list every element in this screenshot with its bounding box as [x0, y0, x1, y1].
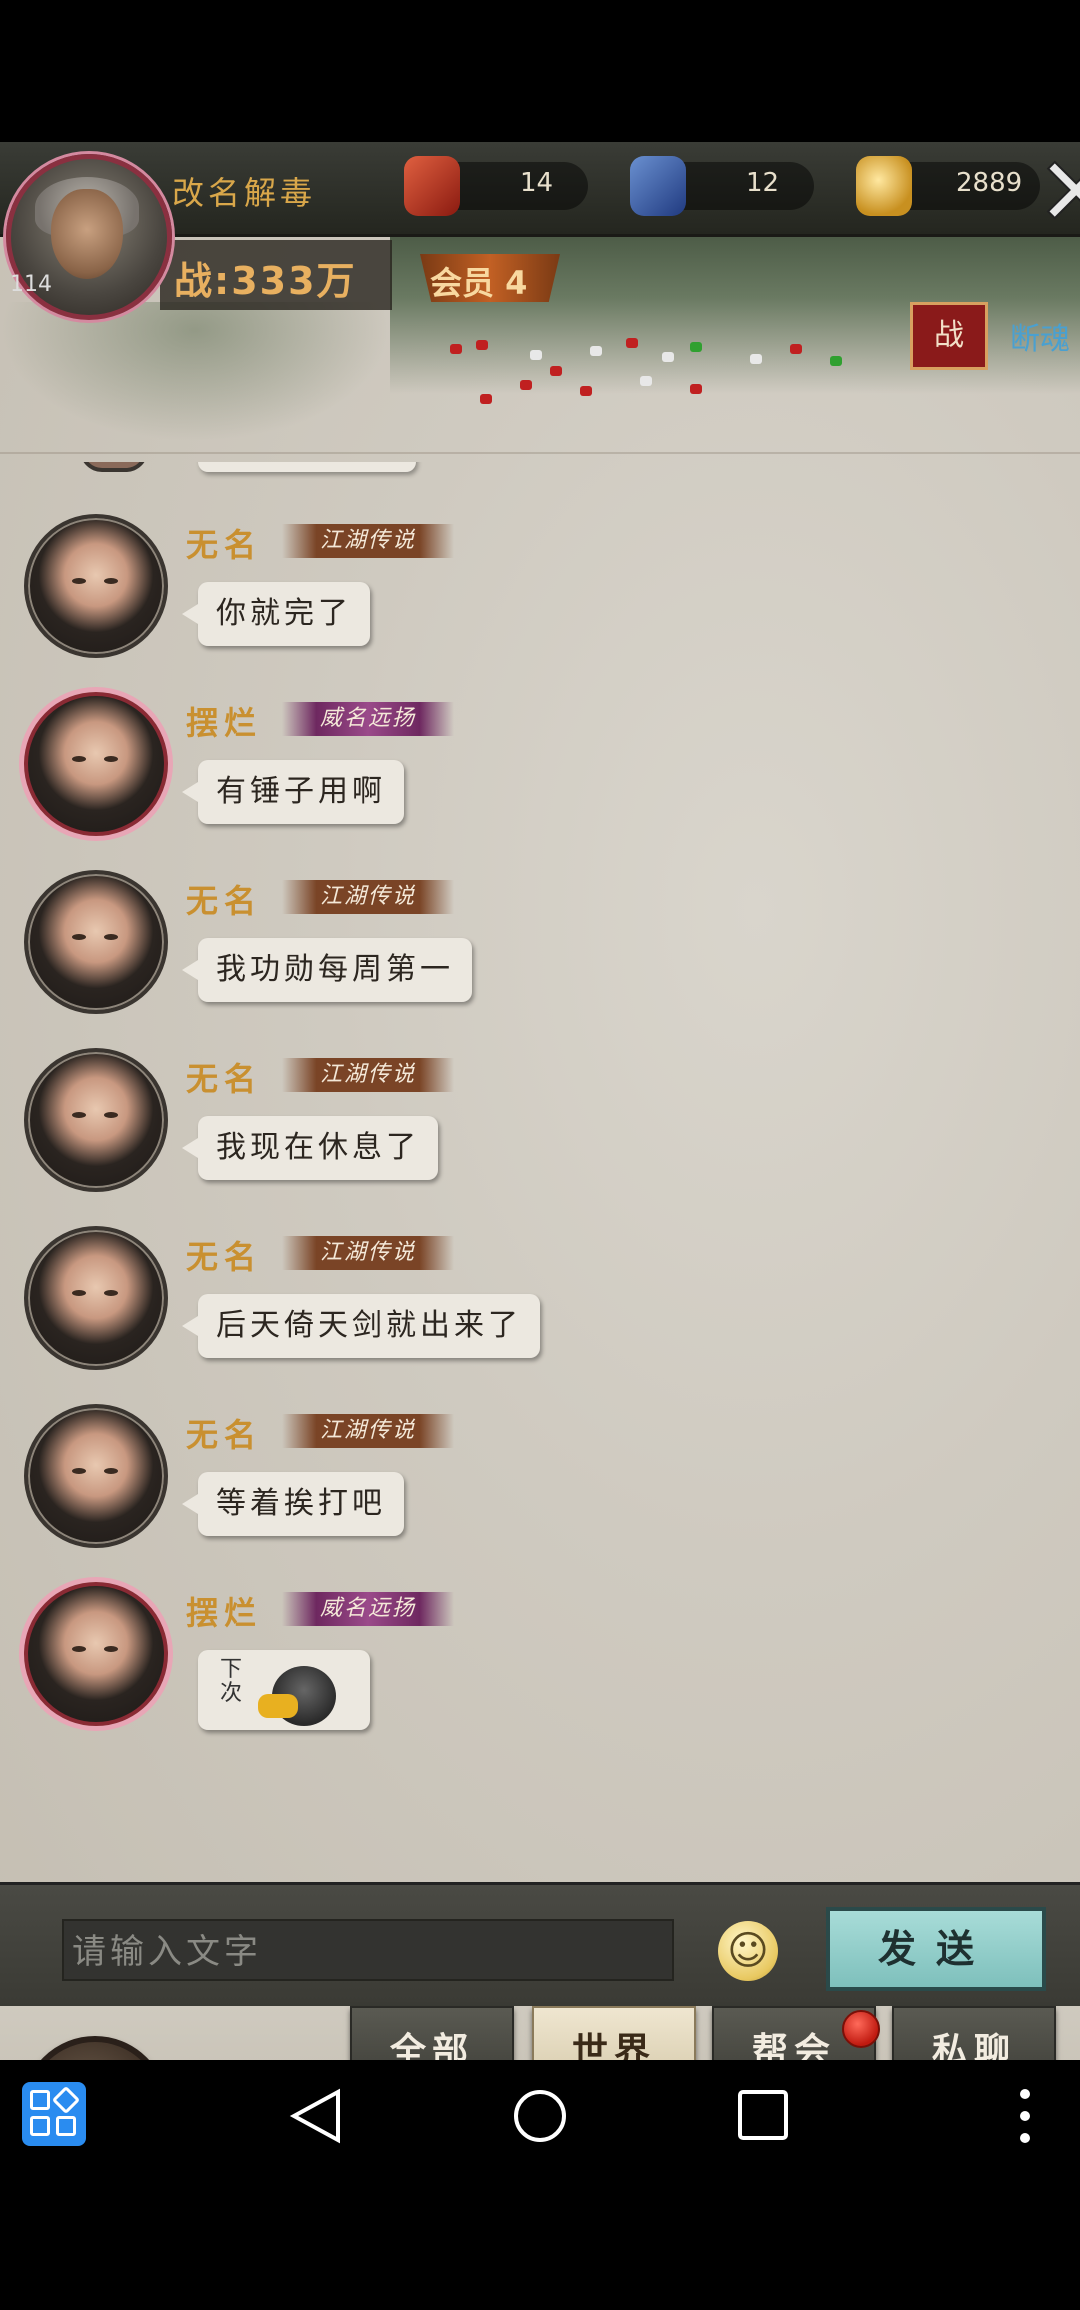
- map-marker: [750, 354, 762, 364]
- back-triangle-icon[interactable]: [286, 2086, 346, 2146]
- chat-text-input[interactable]: 请输入文字: [62, 1919, 674, 1981]
- landscape-decoration: [0, 302, 390, 442]
- avatar-face: [51, 189, 123, 279]
- chat-message: 摆烂 威名远扬 下次: [0, 1582, 1080, 1752]
- sender-title-badge: 江湖传说: [282, 1236, 454, 1270]
- flower-avatar[interactable]: [24, 1582, 168, 1726]
- map-marker: [590, 346, 602, 356]
- sender-title-badge: 江湖传说: [282, 880, 454, 914]
- flower-avatar[interactable]: [24, 692, 168, 836]
- sender-name[interactable]: 摆烂: [186, 698, 262, 744]
- message-bubble[interactable]: 我功勋每周第一: [182, 938, 472, 1002]
- map-marker: [626, 338, 638, 348]
- recents-square-icon[interactable]: [736, 2088, 792, 2144]
- avatar-partial: [80, 462, 148, 472]
- screen-bottom: [0, 2170, 1080, 2310]
- map-marker: [830, 356, 842, 366]
- sender-title-badge: 威名远扬: [282, 702, 454, 736]
- resource-value: 12: [746, 168, 780, 198]
- female-avatar[interactable]: [24, 870, 168, 1014]
- female-avatar[interactable]: [24, 1404, 168, 1548]
- home-circle-icon[interactable]: [510, 2086, 570, 2146]
- map-marker: [690, 342, 702, 352]
- map-marker: [690, 384, 702, 394]
- sticker-text: 下次: [220, 1657, 243, 1706]
- message-bubble[interactable]: 等着挨打吧: [182, 1472, 404, 1536]
- message-bubble[interactable]: 有锤子用啊: [182, 760, 404, 824]
- sender-name[interactable]: 摆烂: [186, 1588, 262, 1634]
- map-marker: [662, 352, 674, 362]
- resource-blue[interactable]: 12: [630, 156, 814, 216]
- chat-message: 无名 江湖传说 等着挨打吧: [0, 1404, 1080, 1574]
- android-nav-bar: [0, 2060, 1080, 2170]
- red-token-icon: [404, 156, 460, 216]
- tab-world[interactable]: 世界: [532, 2006, 696, 2060]
- back-arrow-icon[interactable]: ↶: [22, 2036, 168, 2060]
- resource-gold[interactable]: 2889: [856, 156, 1040, 216]
- map-marker: [520, 380, 532, 390]
- map-marker: [450, 344, 462, 354]
- message-bubble[interactable]: 我现在休息了: [182, 1116, 438, 1180]
- combat-power: 战:333万: [174, 259, 357, 303]
- sender-title-badge: 江湖传说: [282, 1058, 454, 1092]
- sender-name[interactable]: 无名: [186, 1054, 262, 1100]
- chat-input-bar: 请输入文字 ☺ 发送: [0, 1882, 1080, 2012]
- game-screen: 战 断魂 改名解毒 14 12 2889 ✕ 战:333万 会员 4 114 无: [0, 142, 1080, 2060]
- female-avatar[interactable]: [24, 1048, 168, 1192]
- map-marker: [476, 340, 488, 350]
- sender-name[interactable]: 无名: [186, 876, 262, 922]
- map-marker: [480, 394, 492, 404]
- more-vertical-icon[interactable]: [1010, 2086, 1040, 2146]
- map-marker: [640, 376, 652, 386]
- chat-message: 无名 江湖传说 我现在休息了: [0, 1048, 1080, 1218]
- tab-private[interactable]: 私聊: [892, 2006, 1056, 2060]
- chat-message: 无名 江湖传说 后天倚天剑就出来了: [0, 1226, 1080, 1396]
- female-avatar[interactable]: [24, 514, 168, 658]
- send-button[interactable]: 发送: [826, 1907, 1046, 1991]
- player-name[interactable]: 改名解毒: [172, 168, 316, 214]
- chat-message: 无名 江湖传说 你就完了: [0, 514, 1080, 684]
- chat-message: 无名 江湖传说 我功勋每周第一: [0, 870, 1080, 1040]
- sender-title-badge: 江湖传说: [282, 1414, 454, 1448]
- message-bubble-partial: [198, 462, 416, 472]
- sender-title-badge: 威名远扬: [282, 1592, 454, 1626]
- channel-tab-area: ↶ 全部 世界 帮会 私聊: [0, 2006, 1080, 2060]
- map-marker: [530, 350, 542, 360]
- sender-title-badge: 江湖传说: [282, 524, 454, 558]
- blue-token-icon: [630, 156, 686, 216]
- region-label[interactable]: 断魂: [1010, 314, 1070, 358]
- sticker-hand-icon: [258, 1694, 298, 1718]
- map-marker: [790, 344, 802, 354]
- chat-message: 摆烂 威名远扬 有锤子用啊: [0, 692, 1080, 862]
- player-level: 114: [10, 272, 52, 297]
- sender-name[interactable]: 无名: [186, 1410, 262, 1456]
- close-icon[interactable]: ✕: [1035, 142, 1080, 243]
- map-marker: [550, 366, 562, 376]
- war-button[interactable]: 战: [910, 302, 988, 370]
- sticker-message[interactable]: 下次: [198, 1650, 370, 1730]
- resource-red[interactable]: 14: [404, 156, 588, 216]
- app-grid-icon[interactable]: [22, 2082, 86, 2146]
- sender-name[interactable]: 无名: [186, 520, 262, 566]
- notification-dot: [842, 2010, 880, 2048]
- status-bar-area: [0, 0, 1080, 142]
- female-avatar[interactable]: [24, 1226, 168, 1370]
- gold-ingot-icon: [856, 156, 912, 216]
- chat-message-list[interactable]: 无名 江湖传说 你就完了 摆烂 威名远扬 有锤子用啊 无名 江湖传说 我功勋每周…: [0, 462, 1080, 1882]
- vip-level[interactable]: 会员 4: [430, 258, 527, 304]
- message-bubble[interactable]: 你就完了: [182, 582, 370, 646]
- map-marker: [580, 386, 592, 396]
- resource-value: 14: [520, 168, 554, 198]
- tab-all[interactable]: 全部: [350, 2006, 514, 2060]
- divider: [0, 452, 1080, 454]
- resource-value: 2889: [956, 168, 1023, 198]
- message-bubble[interactable]: 后天倚天剑就出来了: [182, 1294, 540, 1358]
- sender-name[interactable]: 无名: [186, 1232, 262, 1278]
- smiley-icon[interactable]: ☺: [718, 1921, 778, 1981]
